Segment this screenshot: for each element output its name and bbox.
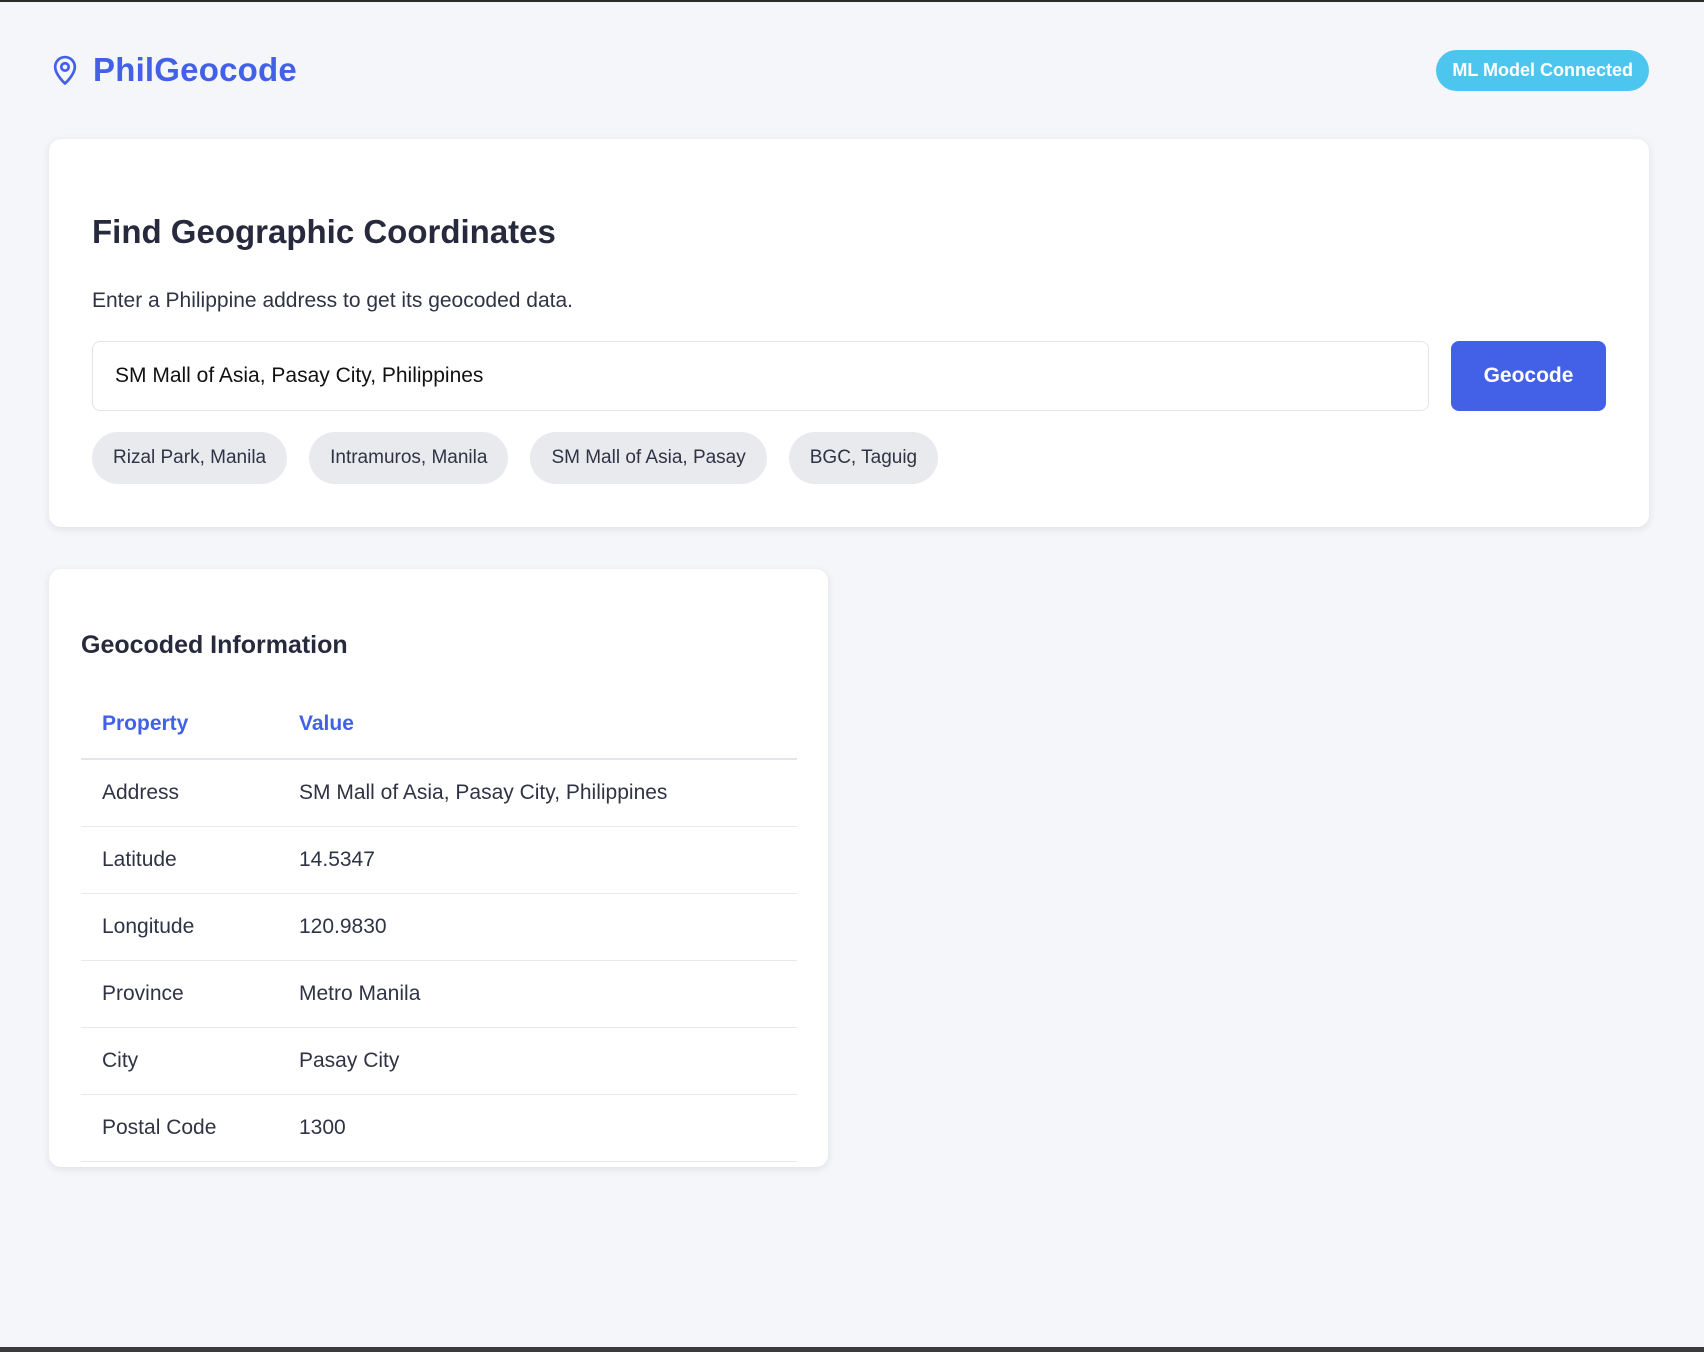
value-cell: Pasay City	[278, 1027, 797, 1095]
table-row: City Pasay City	[81, 1027, 797, 1095]
value-cell: 1300	[278, 1094, 797, 1162]
table-row: Address SM Mall of Asia, Pasay City, Phi…	[81, 759, 797, 827]
suggestion-chip[interactable]: SM Mall of Asia, Pasay	[530, 432, 767, 484]
status-badge: ML Model Connected	[1436, 49, 1649, 91]
map-pin-icon	[49, 54, 81, 86]
value-cell: SM Mall of Asia, Pasay City, Philippines	[278, 759, 797, 827]
search-title: Find Geographic Coordinates	[92, 213, 556, 250]
address-input[interactable]	[92, 341, 1429, 411]
suggestion-chip[interactable]: BGC, Taguig	[788, 432, 939, 484]
value-cell: 14.5347	[278, 826, 797, 894]
search-description: Enter a Philippine address to get its ge…	[92, 289, 573, 312]
app-title: PhilGeocode	[93, 51, 297, 88]
table-row: Latitude 14.5347	[81, 826, 797, 894]
window-bottom-border	[0, 1347, 1704, 1352]
results-title: Geocoded Information	[81, 631, 348, 659]
suggestion-chips: Rizal Park, Manila Intramuros, Manila SM…	[92, 432, 939, 484]
table-row: Province Metro Manila	[81, 960, 797, 1028]
property-cell: Postal Code	[81, 1094, 278, 1162]
value-cell: 120.9830	[278, 893, 797, 961]
value-cell: Metro Manila	[278, 960, 797, 1028]
suggestion-chip[interactable]: Intramuros, Manila	[309, 432, 509, 484]
property-cell: Province	[81, 960, 278, 1028]
results-card: Geocoded Information Property Value Addr…	[49, 569, 828, 1167]
property-cell: City	[81, 1027, 278, 1095]
geocode-button[interactable]: Geocode	[1451, 341, 1606, 411]
table-row: Postal Code 1300	[81, 1094, 797, 1162]
table-header-row: Property Value	[81, 671, 797, 760]
app-header: PhilGeocode ML Model Connected	[49, 46, 1649, 94]
brand[interactable]: PhilGeocode	[49, 51, 297, 89]
column-header-value: Value	[278, 671, 797, 760]
table-row: Longitude 120.9830	[81, 893, 797, 961]
window-top-border	[0, 0, 1704, 2]
property-cell: Longitude	[81, 893, 278, 961]
property-cell: Latitude	[81, 826, 278, 894]
property-cell: Address	[81, 759, 278, 827]
search-card: Find Geographic Coordinates Enter a Phil…	[49, 139, 1649, 527]
column-header-property: Property	[81, 671, 278, 760]
results-table: Property Value Address SM Mall of Asia, …	[81, 671, 797, 1162]
suggestion-chip[interactable]: Rizal Park, Manila	[92, 432, 288, 484]
